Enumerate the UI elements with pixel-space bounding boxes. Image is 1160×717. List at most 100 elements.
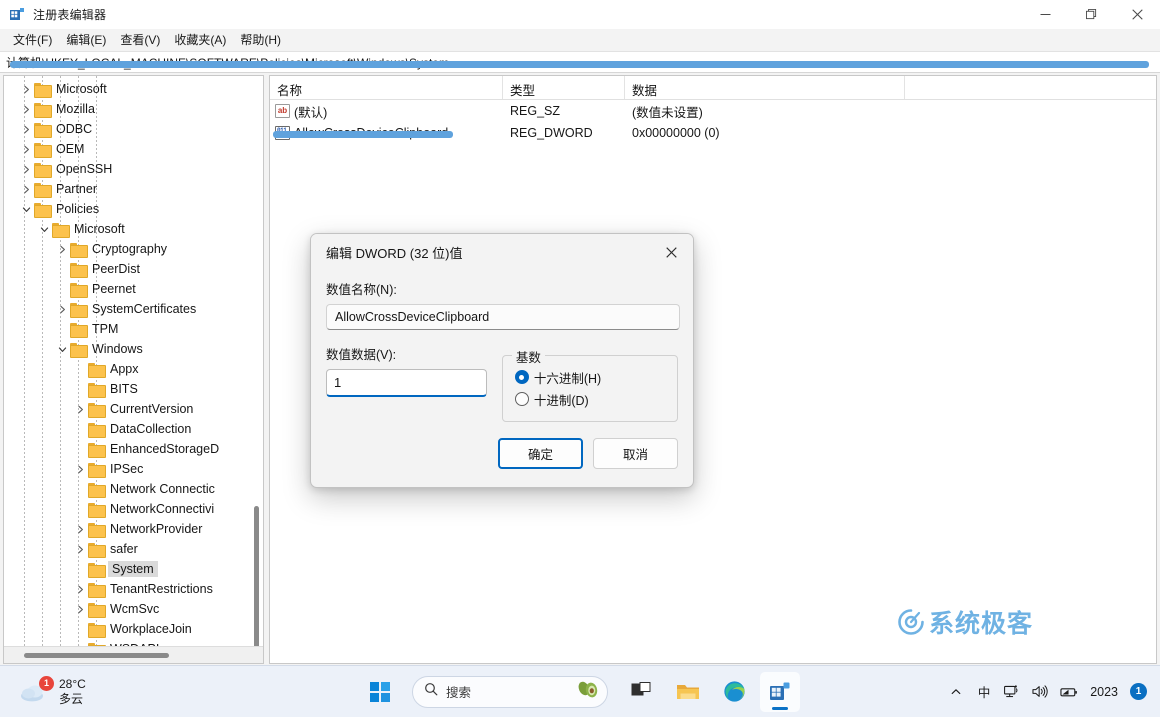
tree-item-odbc[interactable]: ODBC bbox=[4, 119, 263, 139]
chevron-right-icon[interactable] bbox=[54, 299, 70, 319]
tree-item-networkconnectivi[interactable]: NetworkConnectivi bbox=[4, 499, 263, 519]
tray-ime-indicator[interactable]: 中 bbox=[971, 675, 997, 709]
chevron-right-icon[interactable] bbox=[72, 539, 88, 559]
registry-value-row[interactable]: ab (默认) REG_SZ (数值未设置) bbox=[270, 100, 1156, 122]
chevron-right-icon[interactable] bbox=[18, 139, 34, 159]
tree-item-cryptography[interactable]: Cryptography bbox=[4, 239, 263, 259]
menu-edit[interactable]: 编辑(E) bbox=[59, 30, 113, 50]
tree-item-label: Appx bbox=[110, 362, 139, 376]
tree-item-label: WcmSvc bbox=[110, 602, 160, 616]
radio-decimal[interactable]: 十进制(D) bbox=[514, 388, 665, 410]
tree-item-tpm[interactable]: TPM bbox=[4, 319, 263, 339]
window-titlebar[interactable]: 注册表编辑器 bbox=[0, 0, 1160, 29]
tree-item-policies[interactable]: Policies bbox=[4, 199, 263, 219]
tree-item-network-connectic[interactable]: Network Connectic bbox=[4, 479, 263, 499]
menu-favorites[interactable]: 收藏夹(A) bbox=[167, 30, 233, 50]
chevron-right-icon[interactable] bbox=[18, 119, 34, 139]
cell-name: ab (默认) bbox=[270, 102, 503, 121]
tree-item-openssh[interactable]: OpenSSH bbox=[4, 159, 263, 179]
tree-item-system[interactable]: System bbox=[4, 559, 263, 579]
tree-item-mozilla[interactable]: Mozilla bbox=[4, 99, 263, 119]
start-button[interactable] bbox=[360, 672, 400, 712]
ok-button[interactable]: 确定 bbox=[498, 438, 583, 469]
chevron-right-icon[interactable] bbox=[72, 399, 88, 419]
tree-item-label: Cryptography bbox=[92, 242, 168, 256]
value-data-input[interactable] bbox=[326, 369, 487, 397]
tree-horizontal-scrollbar[interactable] bbox=[4, 646, 263, 663]
radio-hexadecimal[interactable]: 十六进制(H) bbox=[514, 366, 665, 388]
weather-widget[interactable]: 1 28°C 多云 bbox=[14, 673, 92, 711]
column-header-data[interactable]: 数据 bbox=[625, 76, 905, 99]
tree-item-oem[interactable]: OEM bbox=[4, 139, 263, 159]
tree-item-microsoft[interactable]: Microsoft bbox=[4, 219, 263, 239]
tree-item-currentversion[interactable]: CurrentVersion bbox=[4, 399, 263, 419]
menu-file[interactable]: 文件(F) bbox=[6, 30, 59, 50]
column-header-type[interactable]: 类型 bbox=[503, 76, 625, 99]
chevron-right-icon[interactable] bbox=[18, 99, 34, 119]
taskbar-app-file-explorer[interactable] bbox=[668, 672, 708, 712]
taskbar-app-regedit[interactable] bbox=[760, 671, 800, 712]
radio-decimal-icon[interactable] bbox=[514, 392, 529, 406]
window-title: 注册表编辑器 bbox=[33, 8, 107, 22]
tray-year-label[interactable]: 2023 bbox=[1085, 675, 1123, 709]
taskbar-app-taskview[interactable] bbox=[622, 672, 662, 712]
tree-item-partner[interactable]: Partner bbox=[4, 179, 263, 199]
tree-horizontal-scrollbar-thumb[interactable] bbox=[24, 653, 169, 658]
dialog-close-icon[interactable] bbox=[649, 236, 693, 268]
column-header-name[interactable]: 名称 bbox=[270, 76, 503, 99]
tree-item-peernet[interactable]: Peernet bbox=[4, 279, 263, 299]
avocado-icon[interactable] bbox=[577, 679, 599, 704]
tree-item-windows[interactable]: Windows bbox=[4, 339, 263, 359]
chevron-down-icon[interactable] bbox=[18, 199, 34, 219]
registry-tree-pane[interactable]: Microsoft Mozilla ODBC OEM OpenSSH Partner Pol… bbox=[3, 75, 264, 664]
tree-item-safer[interactable]: safer bbox=[4, 539, 263, 559]
search-box[interactable]: 搜索 bbox=[412, 675, 608, 708]
menu-help[interactable]: 帮助(H) bbox=[233, 30, 288, 50]
tree-item-bits[interactable]: BITS bbox=[4, 379, 263, 399]
tree-item-wcmsvc[interactable]: WcmSvc bbox=[4, 599, 263, 619]
cancel-button[interactable]: 取消 bbox=[593, 438, 678, 469]
chevron-right-icon[interactable] bbox=[18, 159, 34, 179]
chevron-right-icon[interactable] bbox=[72, 599, 88, 619]
tree-item-label: OEM bbox=[56, 142, 85, 156]
menu-view[interactable]: 查看(V) bbox=[113, 30, 167, 50]
registry-tree[interactable]: Microsoft Mozilla ODBC OEM OpenSSH Partner Pol… bbox=[4, 76, 263, 646]
folder-icon bbox=[70, 322, 88, 338]
chevron-down-icon[interactable] bbox=[36, 219, 52, 239]
tree-item-wsdapi[interactable]: WSDAPI bbox=[4, 639, 263, 646]
tree-item-ipsec[interactable]: IPSec bbox=[4, 459, 263, 479]
tray-volume-icon[interactable] bbox=[1027, 675, 1053, 709]
value-name-input[interactable] bbox=[326, 304, 680, 330]
chevron-right-icon[interactable] bbox=[18, 179, 34, 199]
tree-item-peerdist[interactable]: PeerDist bbox=[4, 259, 263, 279]
tree-vertical-scrollbar-thumb[interactable] bbox=[254, 506, 259, 646]
tree-item-enhancedstoraged[interactable]: EnhancedStorageD bbox=[4, 439, 263, 459]
tree-item-datacollection[interactable]: DataCollection bbox=[4, 419, 263, 439]
chevron-right-icon[interactable] bbox=[72, 579, 88, 599]
value-data-label: 数值数据(V): bbox=[326, 348, 397, 362]
chevron-right-icon[interactable] bbox=[54, 239, 70, 259]
chevron-right-icon[interactable] bbox=[72, 459, 88, 479]
tree-item-networkprovider[interactable]: NetworkProvider bbox=[4, 519, 263, 539]
maximize-button[interactable] bbox=[1068, 0, 1114, 29]
chevron-down-icon[interactable] bbox=[54, 339, 70, 359]
tray-chevron-up-icon[interactable] bbox=[943, 675, 969, 709]
tray-network-icon[interactable] bbox=[999, 675, 1025, 709]
close-button[interactable] bbox=[1114, 0, 1160, 29]
tree-item-label: TPM bbox=[92, 322, 119, 336]
tree-item-microsoft[interactable]: Microsoft bbox=[4, 79, 263, 99]
radio-hexadecimal-icon[interactable] bbox=[514, 370, 529, 384]
tree-item-systemcertificates[interactable]: SystemCertificates bbox=[4, 299, 263, 319]
minimize-button[interactable] bbox=[1022, 0, 1068, 29]
tree-item-appx[interactable]: Appx bbox=[4, 359, 263, 379]
dialog-titlebar[interactable]: 编辑 DWORD (32 位)值 bbox=[311, 234, 693, 270]
taskbar-app-edge[interactable] bbox=[714, 672, 754, 712]
tree-item-workplacejoin[interactable]: WorkplaceJoin bbox=[4, 619, 263, 639]
chevron-right-icon[interactable] bbox=[72, 639, 88, 646]
chevron-right-icon[interactable] bbox=[72, 519, 88, 539]
tray-battery-icon[interactable] bbox=[1055, 675, 1083, 709]
chevron-right-icon[interactable] bbox=[18, 79, 34, 99]
tree-item-tenantrestrictions[interactable]: TenantRestrictions bbox=[4, 579, 263, 599]
tray-notification-badge-wrap[interactable]: 1 bbox=[1125, 675, 1152, 709]
